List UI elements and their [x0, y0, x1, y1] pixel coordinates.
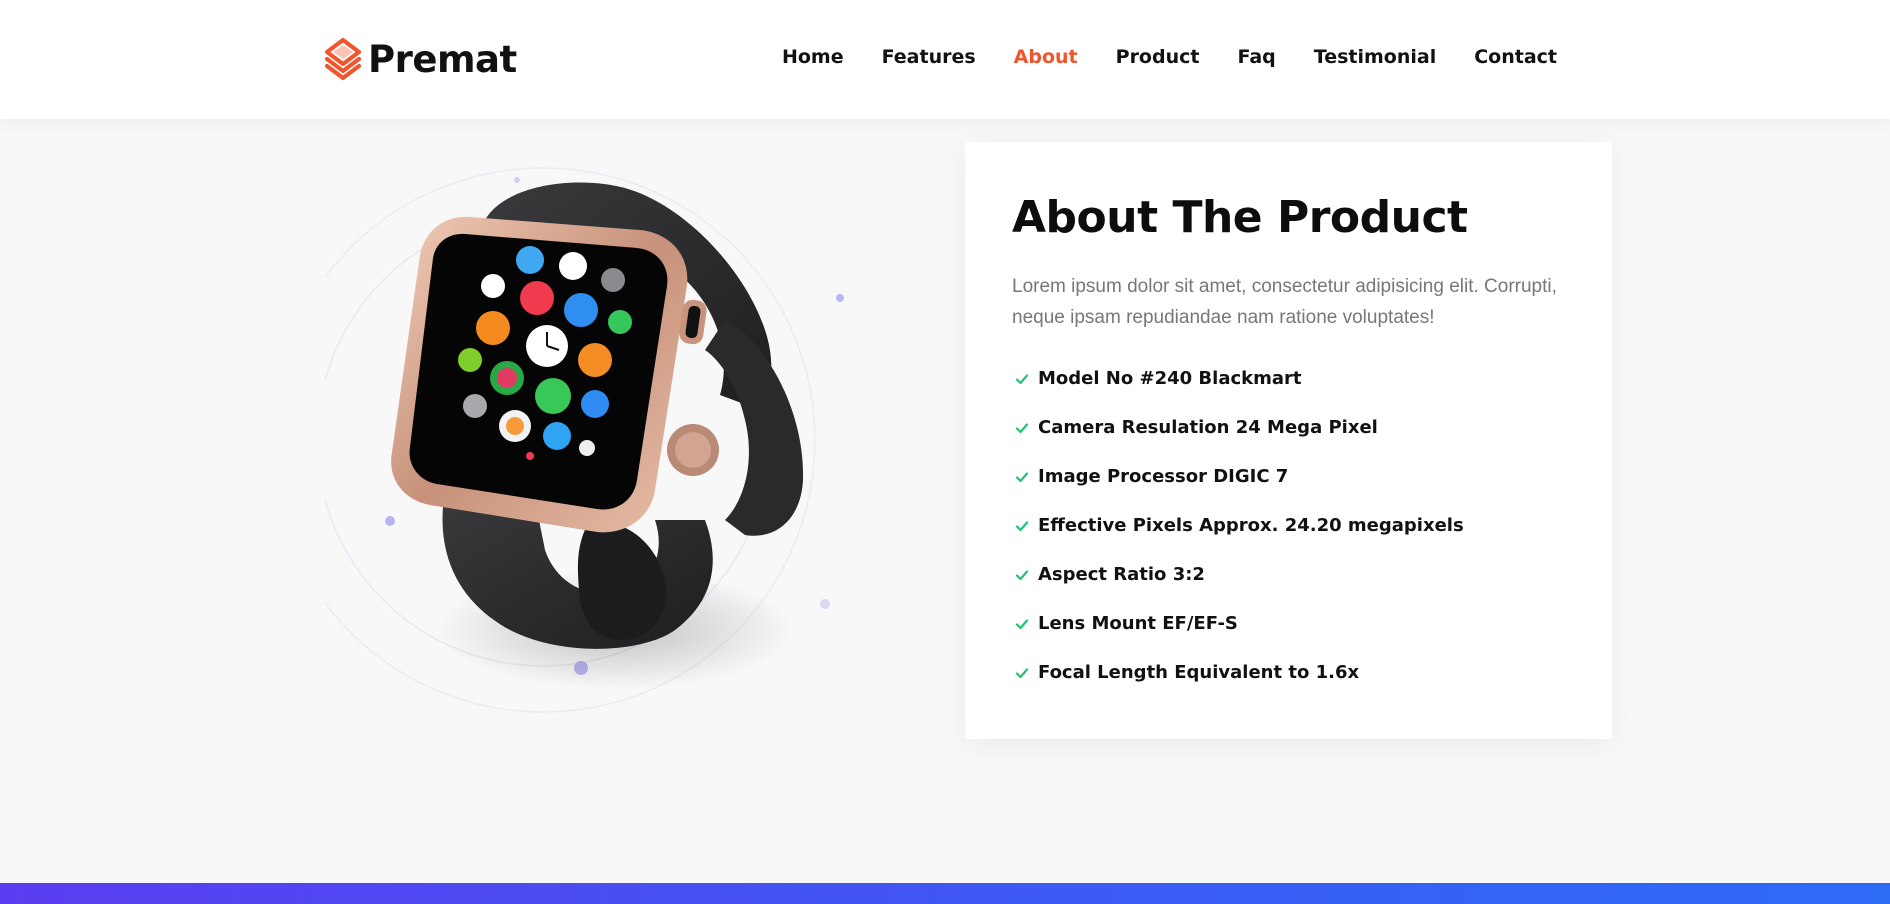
- feature-text: Lens Mount EF/EF-S: [1038, 613, 1238, 634]
- nav-features[interactable]: Features: [882, 46, 976, 68]
- feature-text: Image Processor DIGIC 7: [1038, 466, 1289, 487]
- product-illustration: [270, 160, 885, 730]
- list-item: Camera Resulation 24 Mega Pixel: [1012, 403, 1565, 452]
- nav-faq[interactable]: Faq: [1237, 46, 1275, 68]
- main-nav: Home Features About Product Faq Testimon…: [782, 46, 1557, 68]
- check-icon: [1015, 471, 1029, 482]
- feature-text: Focal Length Equivalent to 1.6x: [1038, 662, 1360, 683]
- site-header: Premat Home Features About Product Faq T…: [0, 0, 1890, 119]
- list-item: Aspect Ratio 3:2: [1012, 550, 1565, 599]
- check-icon: [1015, 667, 1029, 678]
- check-icon: [1015, 618, 1029, 629]
- list-item: Effective Pixels Approx. 24.20 megapixel…: [1012, 501, 1565, 550]
- nav-contact[interactable]: Contact: [1474, 46, 1557, 68]
- feature-text: Model No #240 Blackmart: [1038, 368, 1302, 389]
- list-item: Model No #240 Blackmart: [1012, 354, 1565, 403]
- check-icon: [1015, 520, 1029, 531]
- nav-product[interactable]: Product: [1116, 46, 1200, 68]
- about-title: About The Product: [1012, 192, 1468, 243]
- feature-text: Aspect Ratio 3:2: [1038, 564, 1205, 585]
- check-icon: [1015, 422, 1029, 433]
- nav-home[interactable]: Home: [782, 46, 844, 68]
- nav-testimonial[interactable]: Testimonial: [1314, 46, 1436, 68]
- feature-text: Camera Resulation 24 Mega Pixel: [1038, 417, 1378, 438]
- smartwatch-image-icon: [270, 167, 844, 713]
- brand-logo[interactable]: Premat: [322, 36, 517, 82]
- bottom-gradient-band: [0, 883, 1890, 904]
- list-item: Image Processor DIGIC 7: [1012, 452, 1565, 501]
- about-product-card: About The Product Lorem ipsum dolor sit …: [965, 142, 1612, 739]
- check-icon: [1015, 373, 1029, 384]
- feature-text: Effective Pixels Approx. 24.20 megapixel…: [1038, 515, 1464, 536]
- nav-about[interactable]: About: [1014, 46, 1078, 68]
- feature-list: Model No #240 Blackmart Camera Resulatio…: [1012, 354, 1565, 697]
- check-icon: [1015, 569, 1029, 580]
- list-item: Focal Length Equivalent to 1.6x: [1012, 648, 1565, 697]
- layered-chevron-logo-icon: [324, 37, 362, 81]
- about-description: Lorem ipsum dolor sit amet, consectetur …: [1012, 276, 1557, 328]
- list-item: Lens Mount EF/EF-S: [1012, 599, 1565, 648]
- brand-name: Premat: [368, 37, 517, 81]
